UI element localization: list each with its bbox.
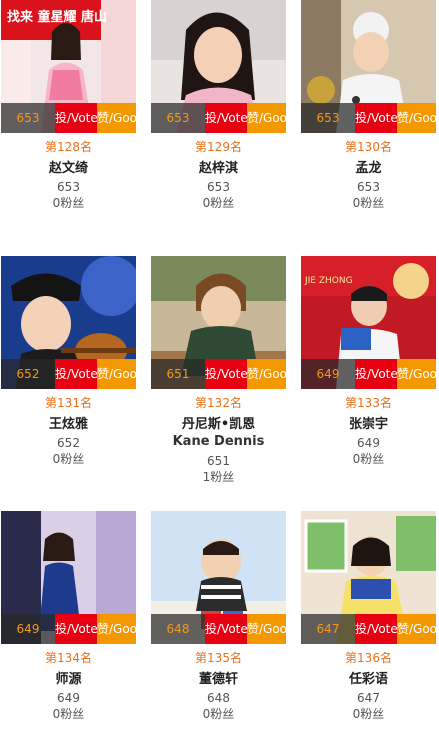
- fans-count: 0粉丝: [52, 452, 85, 466]
- rank-label: 第134名: [45, 651, 92, 665]
- rank-label: 第129名: [195, 140, 242, 154]
- contestant-name[interactable]: 师源: [1, 671, 136, 688]
- score-value: 653: [57, 180, 80, 194]
- contestant-photo[interactable]: 找来 童星耀 唐山 653 投/Vote 赞/Goo: [1, 0, 136, 133]
- contestant-card: 653 投/Vote 赞/Goo 第130名 孟龙 653 0粉丝: [301, 0, 436, 211]
- gift-button[interactable]: 赞/Goo: [397, 103, 436, 133]
- contestant-photo[interactable]: 652 投/Vote 赞/Goo: [1, 256, 136, 389]
- contestant-name[interactable]: 张崇宇: [301, 416, 436, 433]
- contestant-card: JIE ZHONG 649 投/Vote 赞/Goo 第133名 张崇宇 649…: [301, 256, 436, 467]
- vote-bar: 653 投/Vote 赞/Goo: [1, 103, 136, 133]
- vote-count: 647: [301, 614, 355, 644]
- score-value: 651: [207, 454, 230, 468]
- score-value: 653: [357, 180, 380, 194]
- contestant-card: 647 投/Vote 赞/Goo 第136名 任彩语 647 0粉丝: [301, 511, 436, 722]
- score-value: 652: [57, 436, 80, 450]
- fans-count: 0粉丝: [202, 196, 235, 210]
- rank-label: 第130名: [345, 140, 392, 154]
- gift-button[interactable]: 赞/Goo: [97, 614, 136, 644]
- rank-label: 第136名: [345, 651, 392, 665]
- vote-count: 651: [151, 359, 205, 389]
- contestant-grid: 找来 童星耀 唐山 653 投/Vote 赞/Goo 第128名 赵文绮 653…: [0, 0, 439, 729]
- vote-button[interactable]: 投/Vote: [355, 103, 397, 133]
- gift-button[interactable]: 赞/Goo: [397, 614, 436, 644]
- photo-caption: 找来 童星耀 唐山: [7, 10, 108, 25]
- rank-label: 第128名: [45, 140, 92, 154]
- vote-bar: 649 投/Vote 赞/Goo: [301, 359, 436, 389]
- contestant-photo[interactable]: 649 投/Vote 赞/Goo: [1, 511, 136, 644]
- gift-button[interactable]: 赞/Goo: [397, 359, 436, 389]
- contestant-name[interactable]: 赵文绮: [1, 160, 136, 177]
- contestant-name[interactable]: 王炫雅: [1, 416, 136, 433]
- contestant-photo[interactable]: 653 投/Vote 赞/Goo: [151, 0, 286, 133]
- rank-label: 第135名: [195, 651, 242, 665]
- rank-label: 第132名: [195, 396, 242, 410]
- gift-button[interactable]: 赞/Goo: [247, 614, 286, 644]
- fans-count: 1粉丝: [202, 470, 235, 484]
- vote-bar: 649 投/Vote 赞/Goo: [1, 614, 136, 644]
- gift-button[interactable]: 赞/Goo: [247, 359, 286, 389]
- contestant-name[interactable]: 董德轩: [151, 671, 286, 688]
- vote-button[interactable]: 投/Vote: [355, 614, 397, 644]
- contestant-photo[interactable]: 648 投/Vote 赞/Goo: [151, 511, 286, 644]
- gift-button[interactable]: 赞/Goo: [97, 103, 136, 133]
- contestant-name[interactable]: 丹尼斯•凯恩: [151, 416, 286, 433]
- contestant-photo[interactable]: 647 投/Vote 赞/Goo: [301, 511, 436, 644]
- vote-bar: 653 投/Vote 赞/Goo: [151, 103, 286, 133]
- contestant-name[interactable]: 任彩语: [301, 671, 436, 688]
- contestant-card: 找来 童星耀 唐山 653 投/Vote 赞/Goo 第128名 赵文绮 653…: [1, 0, 136, 211]
- contestant-name[interactable]: 孟龙: [301, 160, 436, 177]
- fans-count: 0粉丝: [352, 196, 385, 210]
- fans-count: 0粉丝: [202, 707, 235, 721]
- vote-bar: 647 投/Vote 赞/Goo: [301, 614, 436, 644]
- vote-bar: 648 投/Vote 赞/Goo: [151, 614, 286, 644]
- rank-label: 第133名: [345, 396, 392, 410]
- score-value: 653: [207, 180, 230, 194]
- contestant-card: 649 投/Vote 赞/Goo 第134名 师源 649 0粉丝: [1, 511, 136, 722]
- contestant-card: 651 投/Vote 赞/Goo 第132名 丹尼斯•凯恩 Kane Denni…: [151, 256, 286, 485]
- vote-button[interactable]: 投/Vote: [205, 359, 247, 389]
- score-value: 647: [357, 691, 380, 705]
- vote-bar: 653 投/Vote 赞/Goo: [301, 103, 436, 133]
- fans-count: 0粉丝: [52, 196, 85, 210]
- vote-count: 649: [1, 614, 55, 644]
- contestant-name[interactable]: 赵梓淇: [151, 160, 286, 177]
- rank-label: 第131名: [45, 396, 92, 410]
- vote-count: 653: [1, 103, 55, 133]
- gift-button[interactable]: 赞/Goo: [97, 359, 136, 389]
- vote-button[interactable]: 投/Vote: [355, 359, 397, 389]
- vote-bar: 652 投/Vote 赞/Goo: [1, 359, 136, 389]
- score-value: 649: [357, 436, 380, 450]
- vote-button[interactable]: 投/Vote: [55, 103, 97, 133]
- vote-button[interactable]: 投/Vote: [205, 614, 247, 644]
- contestant-name-en[interactable]: Kane Dennis: [151, 433, 286, 451]
- vote-button[interactable]: 投/Vote: [55, 359, 97, 389]
- fans-count: 0粉丝: [352, 452, 385, 466]
- fans-count: 0粉丝: [52, 707, 85, 721]
- photo-caption: JIE ZHONG: [305, 276, 353, 286]
- contestant-photo[interactable]: 653 投/Vote 赞/Goo: [301, 0, 436, 133]
- gift-button[interactable]: 赞/Goo: [247, 103, 286, 133]
- vote-count: 652: [1, 359, 55, 389]
- fans-count: 0粉丝: [352, 707, 385, 721]
- vote-count: 649: [301, 359, 355, 389]
- vote-button[interactable]: 投/Vote: [55, 614, 97, 644]
- contestant-card: 648 投/Vote 赞/Goo 第135名 董德轩 648 0粉丝: [151, 511, 286, 722]
- contestant-photo[interactable]: JIE ZHONG 649 投/Vote 赞/Goo: [301, 256, 436, 389]
- vote-count: 648: [151, 614, 205, 644]
- vote-button[interactable]: 投/Vote: [205, 103, 247, 133]
- contestant-card: 653 投/Vote 赞/Goo 第129名 赵梓淇 653 0粉丝: [151, 0, 286, 211]
- vote-count: 653: [301, 103, 355, 133]
- vote-bar: 651 投/Vote 赞/Goo: [151, 359, 286, 389]
- score-value: 648: [207, 691, 230, 705]
- contestant-photo[interactable]: 651 投/Vote 赞/Goo: [151, 256, 286, 389]
- contestant-card: 652 投/Vote 赞/Goo 第131名 王炫雅 652 0粉丝: [1, 256, 136, 467]
- vote-count: 653: [151, 103, 205, 133]
- score-value: 649: [57, 691, 80, 705]
